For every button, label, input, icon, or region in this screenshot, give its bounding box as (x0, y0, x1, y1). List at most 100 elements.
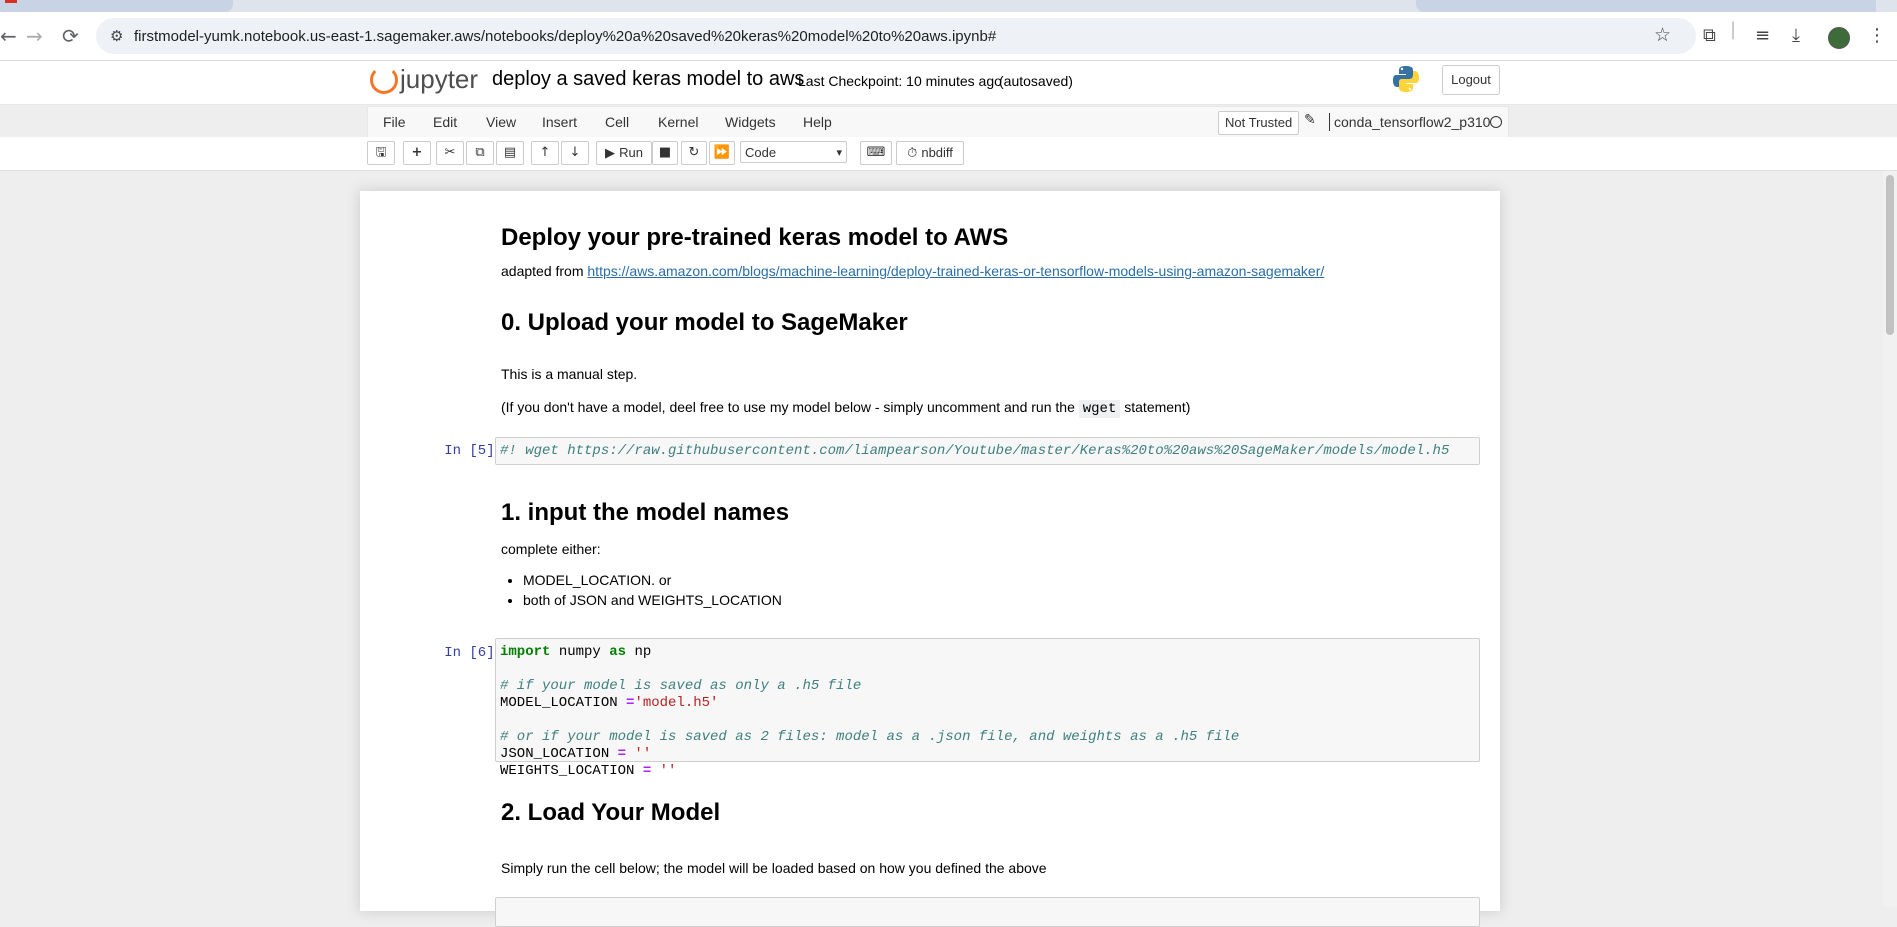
kernel-divider (1329, 113, 1330, 131)
section-0-text: This is a manual step. (501, 366, 638, 382)
header-divider (0, 104, 1897, 105)
back-icon[interactable]: ← (0, 26, 17, 46)
autosave-status: (autosaved) (999, 73, 1073, 89)
copy-icon: ⧉ (475, 145, 485, 160)
code-cell-7[interactable] (495, 897, 1480, 927)
cell-type-select[interactable]: Code ▾ (740, 141, 847, 163)
page-scrollbar[interactable] (1883, 171, 1897, 906)
browser-tab[interactable] (1416, 0, 1876, 12)
kernel-name[interactable]: conda_tensorflow2_p310 (1334, 114, 1490, 130)
scissors-icon: ✂ (444, 145, 456, 160)
section-0-note: (If you don't have a model, deel free to… (501, 399, 1191, 418)
notebook-page: Deploy your pre-trained keras model to A… (360, 191, 1500, 927)
list-item: both of JSON and WEIGHTS_LOCATION (523, 590, 782, 610)
code-cell-6[interactable]: import numpy as np # if your model is sa… (495, 638, 1480, 779)
code-string: 'model.h5' (634, 695, 719, 711)
aws-blog-link[interactable]: https://aws.amazon.com/blogs/machine-lea… (587, 263, 1324, 279)
code-cell-5[interactable]: #! wget https://raw.githubusercontent.co… (495, 437, 1480, 465)
menu-kernel[interactable]: Kernel (658, 114, 698, 130)
plus-icon: + (411, 145, 423, 160)
extensions-icon[interactable]: ⧉ (1703, 26, 1716, 46)
forward-icon[interactable]: → (26, 26, 43, 46)
cell-6-prompt: In [6]: (444, 645, 503, 661)
cell-5-code: #! wget https://raw.githubusercontent.co… (500, 443, 1450, 459)
code-string: '' (626, 746, 652, 762)
cell-5-prompt: In [5]: (444, 443, 503, 459)
code-token: = (617, 746, 627, 762)
menu-view[interactable]: View (486, 114, 516, 130)
browser-tabstrip (0, 0, 1897, 12)
python-logo-icon (1393, 66, 1419, 92)
browser-menu-icon[interactable]: ⋮ (1868, 26, 1886, 46)
trust-notebook-button[interactable]: Not Trusted (1218, 111, 1300, 135)
notebook-area: Deploy your pre-trained keras model to A… (0, 171, 1897, 927)
bookmark-star-icon[interactable]: ☆ (1654, 24, 1671, 46)
reload-icon[interactable]: ⟳ (62, 26, 79, 46)
menu-insert[interactable]: Insert (542, 114, 577, 130)
section-0-heading: 0. Upload your model to SageMaker (501, 309, 908, 336)
menu-edit[interactable]: Edit (433, 114, 457, 130)
paste-icon: ▤ (503, 145, 517, 160)
note-text-b: statement) (1120, 399, 1191, 415)
code-comment: # if your model is saved as only a .h5 f… (500, 678, 862, 694)
stop-icon: ■ (658, 145, 672, 160)
media-control-icon[interactable]: ≡ (1755, 26, 1770, 46)
nbdiff-button[interactable]: ⏱ nbdiff (896, 141, 964, 165)
play-icon: ▶ (605, 146, 615, 161)
paste-button[interactable]: ▤ (496, 141, 524, 165)
code-token: WEIGHTS_LOCATION (500, 763, 643, 779)
nbdiff-label: nbdiff (921, 145, 953, 160)
command-palette-button[interactable]: ⌨ (860, 141, 892, 165)
move-up-button[interactable]: ↑ (531, 141, 559, 165)
section-1-list: MODEL_LOCATION. or both of JSON and WEIG… (501, 570, 782, 610)
jupyter-logo-text[interactable]: jupyter (400, 64, 478, 95)
section-2-text: Simply run the cell below; the model wil… (501, 860, 1047, 876)
run-button[interactable]: ▶ Run (596, 141, 652, 165)
keyboard-icon: ⌨ (866, 145, 886, 160)
download-icon[interactable]: ⤓ (1792, 26, 1800, 46)
section-1-heading: 1. input the model names (501, 499, 790, 526)
section-1-text: complete either: (501, 541, 601, 557)
restart-run-all-button[interactable]: ⏩ (709, 141, 735, 165)
section-2-heading: 2. Load Your Model (501, 799, 721, 826)
code-token: as (609, 644, 627, 660)
adapted-from-text: adapted from https://aws.amazon.com/blog… (501, 263, 1324, 279)
run-label: Run (619, 145, 643, 160)
code-token: JSON_LOCATION (500, 746, 618, 762)
save-button[interactable]: 🖫 (367, 141, 395, 165)
history-icon: ⏱ (907, 146, 918, 161)
edit-pencil-icon[interactable]: ✎ (1304, 112, 1316, 128)
code-token: MODEL_LOCATION (500, 695, 627, 711)
notebook-title[interactable]: deploy a saved keras model to aws (492, 68, 804, 91)
site-info-icon[interactable]: ⚙ (110, 27, 123, 45)
code-comment: # or if your model is saved as 2 files: … (500, 729, 1240, 745)
notebook-heading: Deploy your pre-trained keras model to A… (501, 224, 1009, 251)
logout-button[interactable]: Logout (1442, 65, 1500, 95)
notebook-menubar: File Edit View Insert Cell Kernel Widget… (367, 106, 1509, 139)
jupyter-logo-icon[interactable] (370, 66, 398, 94)
url-text[interactable]: firstmodel-yumk.notebook.us-east-1.sagem… (134, 28, 996, 45)
interrupt-button[interactable]: ■ (652, 141, 678, 165)
scrollbar-thumb[interactable] (1886, 175, 1894, 335)
note-text-a: (If you don't have a model, deel free to… (501, 399, 1079, 415)
menu-help[interactable]: Help (803, 114, 832, 130)
browser-toolbar: ← → ⟳ ⚙ firstmodel-yumk.notebook.us-east… (0, 12, 1897, 61)
copy-button[interactable]: ⧉ (466, 141, 494, 165)
menu-widgets[interactable]: Widgets (725, 114, 776, 130)
menu-file[interactable]: File (383, 114, 406, 130)
arrow-down-icon: ↓ (569, 145, 581, 160)
wget-inline-code: wget (1078, 400, 1121, 418)
restart-button[interactable]: ↻ (681, 141, 707, 165)
browser-tab-active[interactable] (0, 0, 233, 12)
chevron-down-icon: ▾ (836, 147, 842, 159)
profile-avatar[interactable] (1828, 27, 1850, 49)
cut-button[interactable]: ✂ (436, 141, 464, 165)
toolbar-divider: | (1730, 19, 1737, 40)
menu-cell[interactable]: Cell (605, 114, 629, 130)
code-string: '' (651, 763, 677, 779)
save-icon: 🖫 (375, 145, 387, 160)
fast-forward-icon: ⏩ (713, 145, 731, 160)
insert-cell-button[interactable]: + (403, 141, 431, 165)
move-down-button[interactable]: ↓ (561, 141, 589, 165)
address-bar[interactable]: ⚙ firstmodel-yumk.notebook.us-east-1.sag… (96, 18, 1696, 54)
